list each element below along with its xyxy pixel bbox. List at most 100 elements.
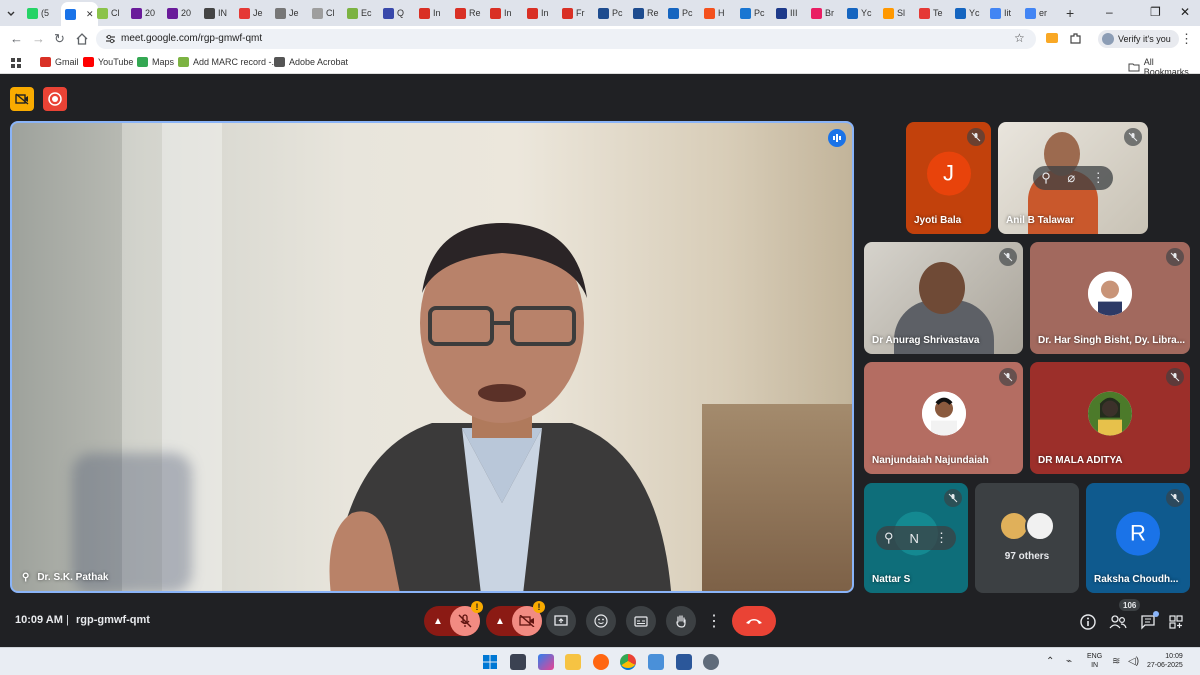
tab-search-button[interactable] xyxy=(6,4,16,22)
tray-network-icon[interactable]: ⌁ xyxy=(1066,656,1072,667)
browser-tab[interactable]: Je xyxy=(275,4,299,22)
camera-off-indicator[interactable] xyxy=(10,87,34,111)
participant-tile-nattar-s[interactable]: ⚲ N ⋮ Nattar S xyxy=(864,483,968,593)
browser-tab[interactable]: Yc xyxy=(847,4,872,22)
bookmark-item[interactable]: Gmail xyxy=(40,57,79,67)
tile-hover-controls[interactable]: ⚲ ⌀ ⋮ xyxy=(1033,166,1113,190)
browser-tab[interactable]: Te xyxy=(919,4,943,22)
windows-start-icon[interactable] xyxy=(482,654,498,670)
raise-hand-button[interactable] xyxy=(666,606,696,636)
participant-tile-jyoti-bala[interactable]: J Jyoti Bala xyxy=(906,122,991,234)
more-options-icon[interactable]: ⋮ xyxy=(935,530,948,546)
verify-button[interactable]: Verify it's you xyxy=(1098,30,1179,48)
bookmark-star-icon[interactable]: ☆ xyxy=(1014,31,1025,45)
task-view-icon[interactable] xyxy=(510,654,526,670)
bookmark-item[interactable]: Maps xyxy=(137,57,174,67)
browser-tab[interactable]: Je xyxy=(239,4,263,22)
home-icon[interactable] xyxy=(76,33,88,45)
tray-chevron-up-icon[interactable]: ⌃ xyxy=(1046,656,1054,667)
mic-toggle-button[interactable]: ! xyxy=(450,601,483,636)
participant-tile-dr-anurag-shrivastava[interactable]: Dr Anurag Shrivastava xyxy=(864,242,1023,354)
bookmark-item[interactable]: Adobe Acrobat xyxy=(274,57,348,67)
new-tab-button[interactable]: + xyxy=(1066,4,1074,22)
browser-tab[interactable]: (5 xyxy=(27,4,49,22)
browser-tab[interactable]: Pc xyxy=(598,4,623,22)
reload-icon[interactable]: ↻ xyxy=(54,31,65,47)
firefox-icon[interactable] xyxy=(593,654,609,670)
bookmark-item[interactable]: YouTube xyxy=(83,57,133,67)
participant-tile-dr-mala-aditya[interactable]: DR MALA ADITYA xyxy=(1030,362,1190,474)
minimize-icon[interactable]: – xyxy=(1106,5,1113,19)
browser-tab[interactable]: ✕ xyxy=(61,2,98,26)
wifi-icon[interactable]: ≋ xyxy=(1112,656,1120,667)
others-tile[interactable]: 97 others xyxy=(975,483,1079,593)
present-screen-button[interactable] xyxy=(546,606,576,636)
browser-tab[interactable]: III xyxy=(776,4,798,22)
restore-icon[interactable]: ❐ xyxy=(1150,5,1161,19)
notepad-icon[interactable] xyxy=(648,654,664,670)
browser-tab[interactable]: Ec xyxy=(347,4,372,22)
close-tab-icon[interactable]: ✕ xyxy=(86,9,94,20)
pin-icon[interactable]: ⚲ xyxy=(884,530,894,546)
back-icon[interactable]: ← xyxy=(10,31,23,46)
word-icon[interactable] xyxy=(676,654,692,670)
participant-tile-anil-b-talawar[interactable]: ⚲ ⌀ ⋮ Anil B Talawar xyxy=(998,122,1148,234)
settings-icon[interactable] xyxy=(703,654,719,670)
camera-toggle-button[interactable]: ! xyxy=(512,601,545,636)
pin-icon[interactable]: ⚲ xyxy=(1041,170,1051,186)
leave-call-button[interactable] xyxy=(732,606,776,636)
system-clock[interactable]: 10:09 27-06-2025 xyxy=(1147,652,1183,670)
browser-tab[interactable]: 20 xyxy=(167,4,191,22)
chat-button[interactable] xyxy=(1138,611,1159,632)
browser-tab[interactable]: Cl xyxy=(97,4,120,22)
more-options-button[interactable]: ⋮ xyxy=(704,606,724,636)
hide-icon[interactable]: ⌀ xyxy=(1067,170,1075,186)
forward-icon[interactable]: → xyxy=(32,31,45,46)
chrome-icon[interactable] xyxy=(620,654,636,670)
close-window-icon[interactable]: ✕ xyxy=(1180,5,1190,19)
recording-indicator[interactable] xyxy=(43,87,67,111)
browser-tab[interactable]: er xyxy=(1025,4,1047,22)
main-speaker-video[interactable]: ⚲ Dr. S.K. Pathak xyxy=(10,121,854,593)
browser-tab[interactable]: In xyxy=(419,4,441,22)
browser-tab[interactable]: Fr xyxy=(562,4,585,22)
browser-tab[interactable]: Br xyxy=(811,4,834,22)
browser-tab[interactable]: Sl xyxy=(883,4,905,22)
participant-tile-nanjundaiah[interactable]: Nanjundaiah Najundaiah xyxy=(864,362,1023,474)
audio-options-chevron-icon[interactable]: ▲ xyxy=(433,616,443,627)
volume-icon[interactable]: ◁) xyxy=(1128,656,1139,667)
browser-tab[interactable]: Pc xyxy=(668,4,693,22)
browser-tab[interactable]: Pc xyxy=(740,4,765,22)
browser-tab[interactable]: IN xyxy=(204,4,227,22)
people-button[interactable] xyxy=(1108,612,1128,632)
browser-menu-icon[interactable]: ⋮ xyxy=(1180,31,1193,47)
browser-tab[interactable]: Cl xyxy=(312,4,335,22)
extension-folder-icon[interactable] xyxy=(1046,33,1058,43)
copilot-icon[interactable] xyxy=(538,654,554,670)
browser-tab[interactable]: 20 xyxy=(131,4,155,22)
browser-tab[interactable]: Yc xyxy=(955,4,980,22)
participant-tile-raksha[interactable]: R Raksha Choudh... xyxy=(1086,483,1190,593)
browser-tab[interactable]: Re xyxy=(633,4,659,22)
language-indicator[interactable]: ENG IN xyxy=(1087,652,1102,670)
meeting-details-button[interactable] xyxy=(1078,612,1098,632)
captions-button[interactable] xyxy=(626,606,656,636)
browser-tab[interactable]: H xyxy=(704,4,725,22)
participant-tile-dr-har-singh-bisht[interactable]: Dr. Har Singh Bisht, Dy. Libra... xyxy=(1030,242,1190,354)
all-bookmarks-button[interactable]: All Bookmarks xyxy=(1128,57,1200,77)
browser-tab[interactable]: In xyxy=(490,4,512,22)
apps-grid-icon[interactable] xyxy=(11,58,21,68)
browser-tab[interactable]: Iit xyxy=(990,4,1011,22)
extensions-icon[interactable] xyxy=(1069,32,1082,45)
tile-hover-controls[interactable]: ⚲ N ⋮ xyxy=(876,526,956,550)
file-explorer-icon[interactable] xyxy=(565,654,581,670)
bookmark-item[interactable]: Add MARC record -... xyxy=(178,57,279,67)
browser-tab[interactable]: Q xyxy=(383,4,404,22)
activities-button[interactable] xyxy=(1166,612,1186,632)
more-options-icon[interactable]: ⋮ xyxy=(1092,170,1105,186)
browser-tab[interactable]: Re xyxy=(455,4,481,22)
video-options-chevron-icon[interactable]: ▲ xyxy=(495,616,505,627)
site-info-icon[interactable] xyxy=(105,34,116,44)
browser-tab[interactable]: In xyxy=(527,4,549,22)
omnibox[interactable]: meet.google.com/rgp-gmwf-qmt ☆ xyxy=(96,29,1036,49)
